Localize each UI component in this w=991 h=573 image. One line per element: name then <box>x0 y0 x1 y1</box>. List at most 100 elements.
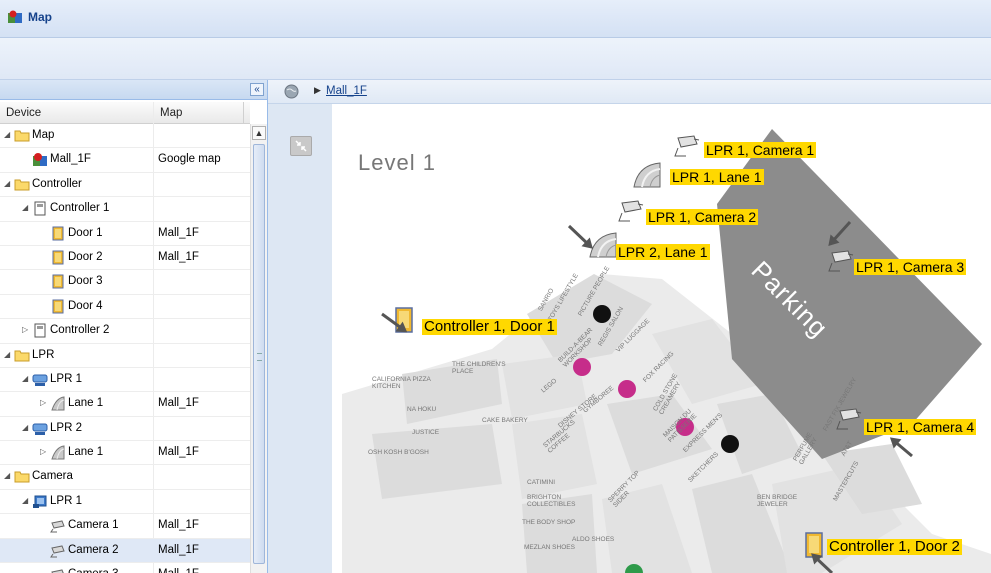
tree-row-label: Lane 1 <box>68 446 104 459</box>
toolbar <box>0 38 991 80</box>
map-panel: ▶ Mall_1F Level 1 Parking CALIFORNIA PIZ… <box>268 80 991 573</box>
tree-row[interactable]: Camera 2 Mall_1F <box>0 538 250 564</box>
map-marker-camera-icon[interactable] <box>826 249 856 276</box>
store-label: ALDO SHOES <box>572 536 615 543</box>
camera-group-icon <box>32 494 48 509</box>
tree-row[interactable]: Camera 3 Mall_1F <box>0 563 250 573</box>
scroll-thumb[interactable] <box>253 144 265 564</box>
expanded-arrow-icon[interactable]: ◢ <box>4 350 12 360</box>
map-marker-label[interactable]: LPR 1, Camera 2 <box>646 209 759 225</box>
tree-grid-header: Device Map <box>0 102 250 124</box>
lane-icon <box>50 396 66 411</box>
column-header-device[interactable]: Device <box>6 107 41 119</box>
tree-row[interactable]: Camera 1 Mall_1F <box>0 514 250 539</box>
map-margin <box>268 104 332 573</box>
expanded-arrow-icon[interactable]: ◢ <box>4 130 12 140</box>
map-marker-label[interactable]: LPR 1, Lane 1 <box>670 169 764 185</box>
map-marker-camera-icon[interactable] <box>616 199 646 226</box>
store-label: CAKE BAKERY <box>482 417 528 424</box>
tree-row-label: Controller <box>32 177 82 190</box>
tree-row[interactable]: ◢ Camera <box>0 465 250 490</box>
lpr-icon <box>32 372 48 387</box>
tree-row[interactable]: ◢ LPR 1 <box>0 368 250 393</box>
tree-row-label: Door 4 <box>68 299 103 312</box>
column-header-map[interactable]: Map <box>160 107 182 119</box>
map-icon <box>32 152 48 167</box>
store-label: BEN BRIDGE JEWELER <box>757 494 798 508</box>
globe-icon[interactable] <box>284 84 299 99</box>
tree-row[interactable]: ▷ Lane 1 Mall_1F <box>0 441 250 466</box>
map-marker-label[interactable]: LPR 1, Camera 1 <box>704 142 817 158</box>
lane-icon <box>50 445 66 460</box>
expanded-arrow-icon[interactable]: ◢ <box>22 203 30 213</box>
map-marker-lane-icon[interactable] <box>588 232 618 261</box>
breadcrumb: ▶ Mall_1F <box>268 80 991 104</box>
expanded-arrow-icon[interactable]: ◢ <box>22 423 30 433</box>
window-title: Map <box>28 10 52 24</box>
collapsed-arrow-icon[interactable]: ▷ <box>40 447 48 457</box>
tree-row[interactable]: ◢ Map <box>0 124 250 149</box>
camera-icon <box>50 518 66 533</box>
store-label: THE BODY SHOP <box>522 519 576 526</box>
map-marker-label[interactable]: LPR 1, Camera 4 <box>864 419 977 435</box>
tree-row[interactable]: Door 1 Mall_1F <box>0 222 250 246</box>
collapsed-arrow-icon[interactable]: ▷ <box>40 398 48 408</box>
store-label: CALIFORNIA PIZZA KITCHEN <box>372 376 431 390</box>
collapsed-arrow-icon[interactable]: ▷ <box>22 325 30 335</box>
expanded-arrow-icon[interactable]: ◢ <box>22 496 30 506</box>
store-label: BRIGHTON COLLECTIBLES <box>527 494 576 508</box>
floor-map[interactable]: Level 1 Parking CALIFORNIA PIZZA KITCHEN… <box>332 104 991 573</box>
tree-row-map: Mall_1F <box>158 226 199 239</box>
map-marker-label[interactable]: LPR 1, Camera 3 <box>854 259 967 275</box>
map-marker-label[interactable]: LPR 2, Lane 1 <box>616 244 710 260</box>
tree-row-map: Google map <box>158 153 221 166</box>
map-marker-lane-icon[interactable] <box>632 162 662 191</box>
controller-icon <box>32 201 48 216</box>
breadcrumb-link-mall[interactable]: Mall_1F <box>326 85 367 97</box>
tree-scrollbar[interactable]: ▲ <box>250 124 267 573</box>
tree-row-label: LPR 1 <box>50 372 82 385</box>
expanded-arrow-icon[interactable]: ◢ <box>22 374 30 384</box>
camera-icon <box>50 543 66 558</box>
map-marker-door-icon[interactable] <box>394 307 414 336</box>
tree-row[interactable]: Mall_1F Google map <box>0 148 250 173</box>
tree-row-label: LPR <box>32 348 55 361</box>
shrink-icon <box>295 140 307 152</box>
tree-row-map: Mall_1F <box>158 446 199 459</box>
map-marker-label[interactable]: Controller 1, Door 2 <box>827 539 962 555</box>
map-marker-door-icon[interactable] <box>804 532 824 561</box>
tree-row[interactable]: ◢ LPR 2 <box>0 417 250 442</box>
window-titlebar: Map <box>0 0 991 38</box>
tree-row-label: Camera 1 <box>68 519 119 532</box>
map-app-icon <box>8 10 22 23</box>
tree-row[interactable]: ▷ Lane 1 Mall_1F <box>0 392 250 417</box>
store-label: THE CHILDREN'S PLACE <box>452 361 506 375</box>
tree-row[interactable]: ◢ LPR <box>0 344 250 368</box>
folder-icon <box>14 348 30 363</box>
expanded-arrow-icon[interactable]: ◢ <box>4 471 12 481</box>
tree-row[interactable]: ◢ Controller 1 <box>0 197 250 222</box>
folder-icon <box>14 128 30 143</box>
door-icon <box>50 250 66 265</box>
fit-to-screen-button[interactable] <box>290 136 312 156</box>
expanded-arrow-icon[interactable]: ◢ <box>4 179 12 189</box>
tree-row-label: Door 3 <box>68 275 103 288</box>
tree-row[interactable]: Door 2 Mall_1F <box>0 246 250 271</box>
tree-row-map: Mall_1F <box>158 543 199 556</box>
tree-row[interactable]: Door 4 <box>0 295 250 320</box>
map-marker-camera-icon[interactable] <box>672 134 702 161</box>
tree-row[interactable]: ◢ LPR 1 <box>0 490 250 515</box>
store-label: OSH KOSH B'GOSH <box>368 449 429 456</box>
tree-row[interactable]: ◢ Controller <box>0 173 250 198</box>
tree-row-map: Mall_1F <box>158 250 199 263</box>
tree-row-label: Lane 1 <box>68 397 104 410</box>
map-marker-label[interactable]: Controller 1, Door 1 <box>422 319 557 335</box>
map-marker-camera-icon[interactable] <box>834 407 864 434</box>
tree-row-map: Mall_1F <box>158 568 199 573</box>
door-icon <box>50 226 66 241</box>
tree-row[interactable]: ▷ Controller 2 <box>0 319 250 344</box>
collapse-panel-button[interactable]: « <box>250 83 264 96</box>
tree-row-label: Controller 1 <box>50 202 110 215</box>
scroll-up-button[interactable]: ▲ <box>252 126 266 140</box>
tree-row[interactable]: Door 3 <box>0 270 250 295</box>
